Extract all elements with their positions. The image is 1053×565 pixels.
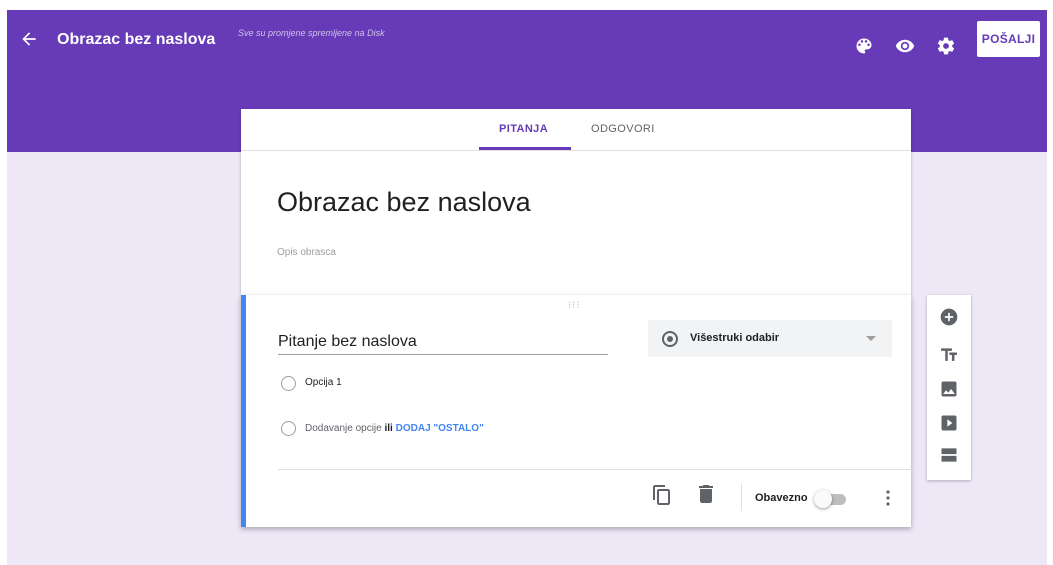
trash-icon (699, 485, 713, 503)
add-image-icon (941, 381, 957, 397)
add-option-link[interactable]: Dodavanje opcije (305, 423, 382, 434)
add-other-link[interactable]: DODAJ "OSTALO" (396, 423, 484, 434)
add-title-button[interactable] (939, 345, 959, 365)
copy-icon (653, 485, 670, 505)
add-option-or: ili (384, 423, 393, 434)
option-1-input[interactable]: Opcija 1 (305, 377, 342, 388)
save-status: Sve su promjene spremljene na Disk (238, 28, 385, 38)
add-video-button[interactable] (939, 413, 959, 433)
add-image-button[interactable] (939, 379, 959, 399)
add-section-icon (941, 448, 957, 462)
tab-bar: PITANJA ODGOVORI (241, 109, 911, 151)
radio-unchecked-icon (281, 376, 296, 391)
required-toggle[interactable] (814, 490, 848, 508)
question-card[interactable]: ⁝⁝⁝ Pitanje bez naslova Višestruki odabi… (241, 295, 914, 527)
palette-icon (856, 38, 872, 54)
footer-separator (741, 483, 742, 511)
required-label: Obavezno (755, 492, 808, 504)
palette-button[interactable] (854, 36, 874, 56)
chevron-down-icon (866, 336, 876, 341)
question-title: Pitanje bez naslova (278, 333, 417, 350)
add-question-button[interactable] (939, 307, 959, 327)
form-description-input[interactable]: Opis obrasca (277, 247, 336, 258)
gear-icon (937, 37, 955, 55)
more-vert-icon (886, 490, 890, 506)
back-button[interactable] (19, 29, 43, 53)
form-title-input[interactable]: Obrazac bez naslova (277, 187, 531, 218)
question-type-label: Višestruki odabir (690, 332, 780, 344)
arrow-back-icon (22, 32, 36, 46)
drag-handle-icon[interactable]: ⁝⁝⁝ (568, 300, 581, 311)
side-toolbar (927, 295, 971, 480)
form-header-card: PITANJA ODGOVORI Obrazac bez naslova Opi… (241, 109, 911, 295)
delete-button[interactable] (699, 485, 717, 505)
question-type-select[interactable]: Višestruki odabir (648, 320, 892, 357)
tab-responses[interactable]: ODGOVORI (591, 123, 655, 135)
settings-button[interactable] (936, 36, 956, 56)
add-title-icon (941, 348, 957, 361)
question-footer-divider (278, 469, 914, 470)
active-tab-indicator (479, 147, 571, 150)
send-button[interactable]: POŠALJI (977, 21, 1040, 57)
tab-questions[interactable]: PITANJA (499, 123, 548, 135)
app-title[interactable]: Obrazac bez naslova (57, 31, 215, 49)
duplicate-button[interactable] (653, 485, 671, 505)
add-question-icon (940, 308, 958, 326)
add-video-icon (941, 415, 957, 431)
radio-unchecked-icon (281, 421, 296, 436)
add-option-row: Dodavanje opcije ili DODAJ "OSTALO" (305, 423, 484, 434)
preview-button[interactable] (895, 36, 915, 56)
more-options-button[interactable] (886, 490, 896, 510)
question-title-input[interactable]: Pitanje bez naslova (278, 333, 608, 355)
radio-checked-icon (662, 331, 678, 347)
eye-icon (895, 39, 915, 53)
toggle-thumb (814, 490, 832, 508)
add-section-button[interactable] (939, 445, 959, 465)
